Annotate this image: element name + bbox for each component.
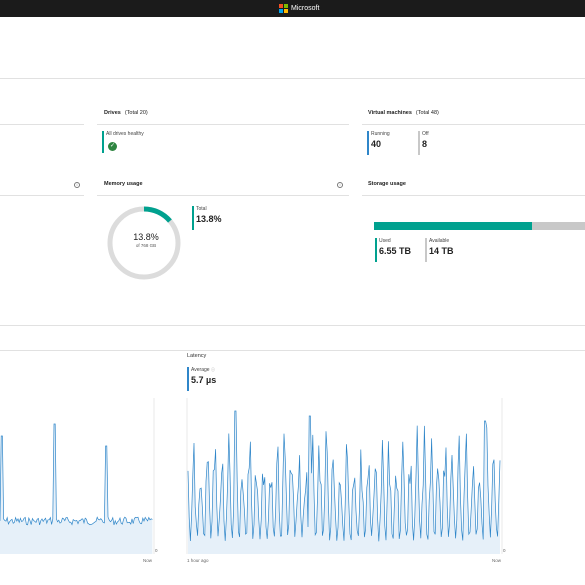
storage-usage-fill xyxy=(374,222,533,230)
left-chart-area xyxy=(0,424,153,554)
drives-status: All drives healthy xyxy=(102,131,144,153)
vms-running: Running 40 xyxy=(367,131,390,155)
latency-average-value: 5.7 µs xyxy=(191,375,217,385)
charts-divider xyxy=(0,350,585,351)
top-bar: Microsoft xyxy=(0,0,585,17)
memory-total-label: Total xyxy=(196,206,207,212)
storage-available-label: Available xyxy=(429,238,450,244)
microsoft-logo: Microsoft xyxy=(279,4,319,13)
drives-title: Drives (Total 20) xyxy=(104,110,148,116)
storage-title: Storage usage xyxy=(368,181,406,187)
vms-divider xyxy=(362,124,585,125)
vms-running-label: Running xyxy=(371,131,390,137)
vms-running-value: 40 xyxy=(371,139,382,149)
storage-used-value: 6.55 TB xyxy=(379,246,412,256)
checkmark-icon: ✓ xyxy=(108,142,117,151)
left-chart-x-end: Now xyxy=(143,558,153,563)
section-divider xyxy=(0,325,585,326)
left-chart xyxy=(0,398,155,554)
storage-available: Available 14 TB xyxy=(425,238,454,262)
vms-off-value: 8 xyxy=(422,139,428,149)
memory-center-value: 13.8% xyxy=(133,232,159,242)
memory-donut-center: 13.8% of 768 GB xyxy=(108,232,184,248)
info-icon[interactable]: i xyxy=(74,182,80,188)
memory-divider xyxy=(97,195,349,196)
storage-available-value: 14 TB xyxy=(429,246,454,256)
header-divider xyxy=(0,78,585,79)
windows-logo-icon xyxy=(279,4,288,13)
memory-center-sub: of 768 GB xyxy=(135,243,157,248)
storage-used: Used 6.55 TB xyxy=(375,238,411,262)
storage-usage-bar xyxy=(374,222,585,230)
vms-off-label: Off xyxy=(422,131,429,137)
memory-info-icon[interactable]: i xyxy=(337,182,343,188)
latency-x-end: Now xyxy=(492,558,502,563)
vms-title: Virtual machines (Total 48) xyxy=(368,110,439,116)
drives-divider xyxy=(97,124,349,125)
tile-divider-left xyxy=(0,124,84,125)
tile-divider-left-2 xyxy=(0,195,84,196)
latency-title: Latency xyxy=(187,353,207,359)
brand-name: Microsoft xyxy=(291,5,320,12)
drives-status-label: All drives healthy xyxy=(106,131,144,137)
latency-info-icon[interactable]: ⓘ xyxy=(211,367,215,372)
latency-chart xyxy=(186,398,503,554)
left-chart-y-min: 0 xyxy=(155,548,158,553)
latency-average-label: Average xyxy=(191,367,210,373)
memory-title: Memory usage xyxy=(104,181,143,187)
memory-total: Total 13.8% xyxy=(192,206,222,230)
vms-off: Off 8 xyxy=(418,131,429,155)
latency-average: Average ⓘ 5.7 µs xyxy=(187,367,216,391)
latency-y-min: 0 xyxy=(503,548,506,553)
storage-divider xyxy=(362,195,585,196)
memory-total-value: 13.8% xyxy=(196,214,222,224)
latency-x-start: 1 hour ago xyxy=(187,558,209,563)
storage-used-label: Used xyxy=(379,238,391,244)
left-chart-line xyxy=(0,423,153,526)
